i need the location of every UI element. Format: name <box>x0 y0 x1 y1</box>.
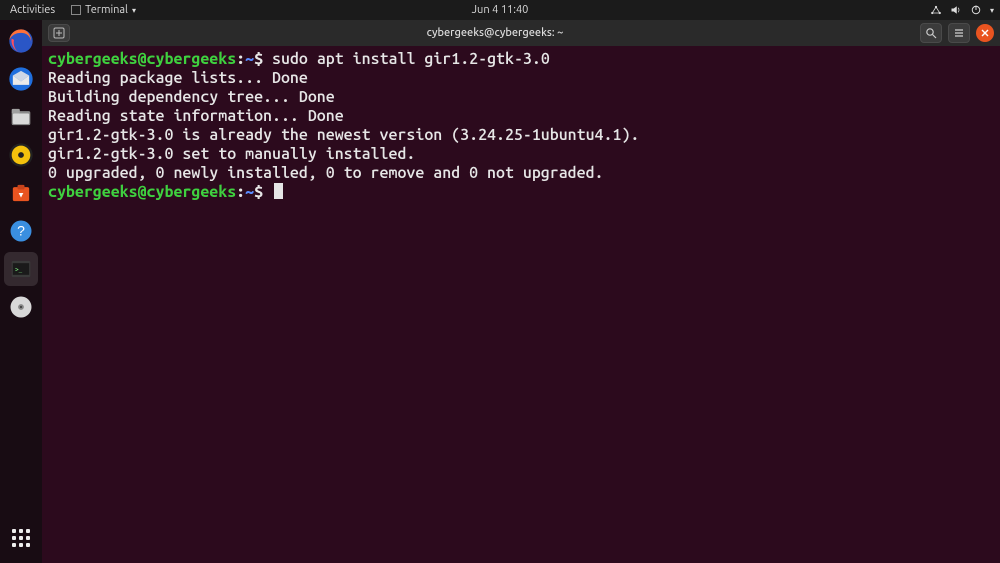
prompt-path: ~ <box>245 183 254 201</box>
close-button[interactable] <box>976 24 994 42</box>
network-icon <box>930 4 942 16</box>
terminal-window: cybergeeks@cybergeeks: ~ cybergeeks@cybe… <box>42 20 1000 563</box>
apps-grid-icon <box>12 529 30 547</box>
svg-text:?: ? <box>17 223 25 239</box>
clock[interactable]: Jun 4 11:40 <box>472 4 529 16</box>
software-icon[interactable] <box>4 176 38 210</box>
output-line: gir1.2-gtk-3.0 is already the newest ver… <box>48 126 639 144</box>
terminal-body[interactable]: cybergeeks@cybergeeks:~$ sudo apt instal… <box>42 46 1000 563</box>
dock: ? >_ <box>0 20 42 563</box>
output-line: Building dependency tree... Done <box>48 88 335 106</box>
window-title: cybergeeks@cybergeeks: ~ <box>76 27 914 39</box>
rhythmbox-icon[interactable] <box>4 138 38 172</box>
firefox-icon[interactable] <box>4 24 38 58</box>
new-tab-button[interactable] <box>48 24 70 42</box>
prompt-end: $ <box>254 183 263 201</box>
svg-text:>_: >_ <box>15 267 23 273</box>
plus-icon <box>53 27 65 39</box>
prompt-sep: : <box>236 50 245 68</box>
search-icon <box>925 27 937 39</box>
app-menu-label: Terminal <box>85 4 128 16</box>
output-line: Reading state information... Done <box>48 107 344 125</box>
system-status-area[interactable]: ▾ <box>930 4 994 16</box>
gnome-top-panel: Activities Terminal ▾ Jun 4 11:40 ▾ <box>0 0 1000 20</box>
files-icon[interactable] <box>4 100 38 134</box>
hamburger-icon <box>953 27 965 39</box>
prompt-sep: : <box>236 183 245 201</box>
command-text: sudo apt install gir1.2-gtk-3.0 <box>272 50 550 68</box>
app-menu-button[interactable]: Terminal ▾ <box>71 4 136 16</box>
chevron-down-icon: ▾ <box>990 6 994 15</box>
search-button[interactable] <box>920 23 942 43</box>
terminal-icon[interactable]: >_ <box>4 252 38 286</box>
prompt-user: cybergeeks@cybergeeks <box>48 50 236 68</box>
help-icon[interactable]: ? <box>4 214 38 248</box>
show-applications-button[interactable] <box>4 521 38 555</box>
terminal-headerbar: cybergeeks@cybergeeks: ~ <box>42 20 1000 46</box>
chevron-down-icon: ▾ <box>132 6 136 15</box>
cursor <box>274 183 283 199</box>
terminal-menu-icon <box>71 5 81 15</box>
power-icon <box>970 4 982 16</box>
disc-icon[interactable] <box>4 290 38 324</box>
thunderbird-icon[interactable] <box>4 62 38 96</box>
prompt-path: ~ <box>245 50 254 68</box>
activities-button[interactable]: Activities <box>6 4 59 16</box>
output-line: Reading package lists... Done <box>48 69 308 87</box>
output-line: gir1.2-gtk-3.0 set to manually installed… <box>48 145 415 163</box>
close-icon <box>980 28 990 38</box>
output-line: 0 upgraded, 0 newly installed, 0 to remo… <box>48 164 604 182</box>
volume-icon <box>950 4 962 16</box>
prompt-user: cybergeeks@cybergeeks <box>48 183 236 201</box>
prompt-end: $ <box>254 50 263 68</box>
hamburger-menu-button[interactable] <box>948 23 970 43</box>
